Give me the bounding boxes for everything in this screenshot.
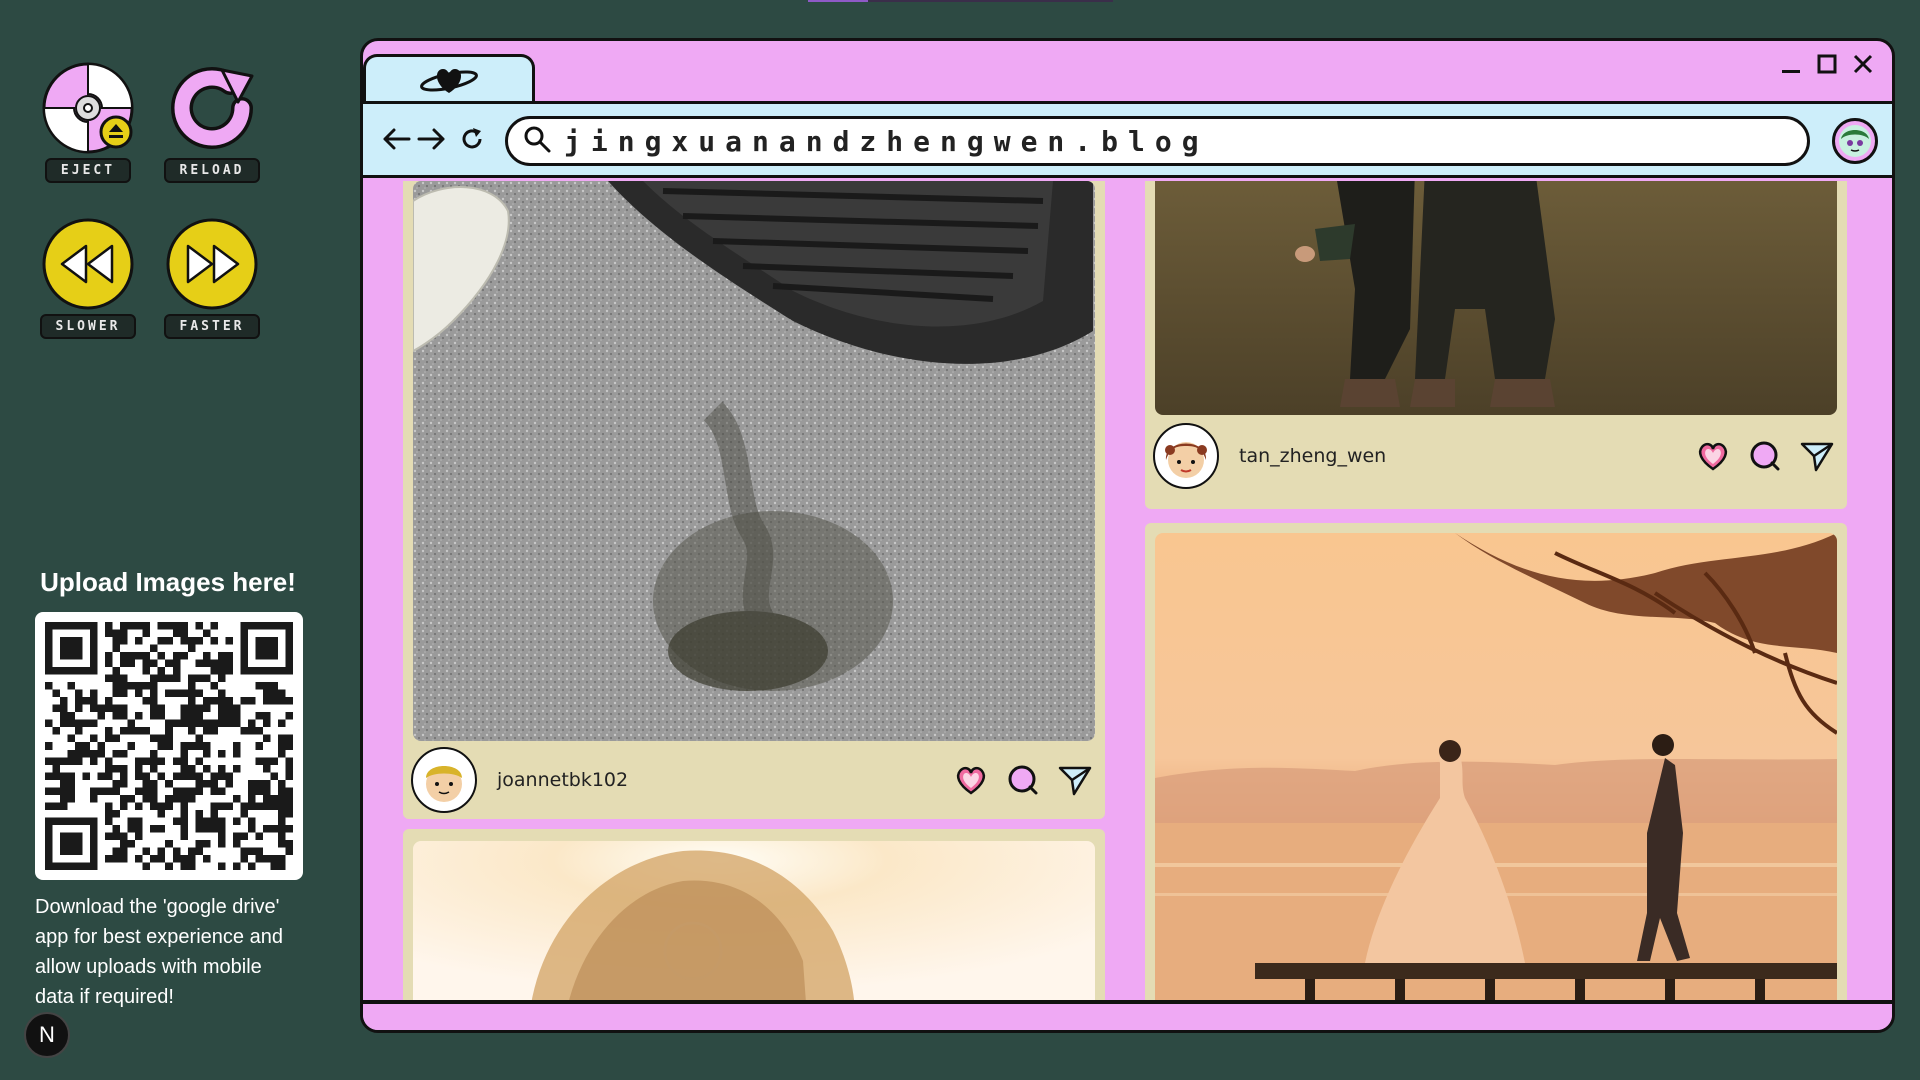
post-card: joannetbk102 (403, 181, 1105, 819)
minimize-icon[interactable] (1778, 51, 1804, 77)
slower-control[interactable]: SLOWER (38, 216, 138, 339)
heart-planet-icon (417, 59, 481, 103)
comment-icon[interactable] (1005, 762, 1041, 798)
address-bar[interactable]: jingxuanandzhengwen.blog (505, 116, 1810, 166)
qr-code[interactable] (35, 612, 303, 880)
close-icon[interactable] (1850, 51, 1876, 77)
upload-title: Upload Images here! (40, 567, 296, 597)
send-icon[interactable] (1057, 762, 1093, 798)
username[interactable]: joannetbk102 (497, 769, 628, 791)
feed: joannetbk102 tan_zheng_wen (363, 181, 1892, 1006)
faster-control[interactable]: FASTER (162, 216, 262, 339)
disc-icon (40, 60, 136, 156)
heart-icon[interactable] (953, 762, 989, 798)
back-arrow-icon[interactable] (379, 122, 413, 156)
username[interactable]: tan_zheng_wen (1239, 445, 1386, 467)
slower-label: SLOWER (39, 314, 137, 339)
post-card (1145, 523, 1847, 1006)
url-text: jingxuanandzhengwen.blog (564, 124, 1209, 158)
post-footer: joannetbk102 (403, 745, 1105, 815)
browser-toolbar: jingxuanandzhengwen.blog (363, 101, 1892, 178)
heart-icon[interactable] (1695, 438, 1731, 474)
avatar[interactable] (411, 747, 477, 813)
send-icon[interactable] (1799, 438, 1835, 474)
browser-window: jingxuanandzhengwen.blog joannetbk102 ta… (360, 38, 1895, 1033)
reload-control[interactable]: RELOAD (162, 60, 262, 183)
fast-forward-icon (164, 216, 260, 312)
forward-arrow-icon[interactable] (415, 122, 449, 156)
rewind-icon (40, 216, 136, 312)
comment-icon[interactable] (1747, 438, 1783, 474)
refresh-icon[interactable] (455, 122, 489, 156)
maximize-icon[interactable] (1814, 51, 1840, 77)
dev-badge[interactable]: N (24, 1012, 70, 1058)
faster-label: FASTER (163, 314, 261, 339)
eject-control[interactable]: EJECT (38, 60, 138, 183)
browser-tab[interactable] (363, 54, 535, 104)
profile-avatar[interactable] (1832, 118, 1878, 164)
search-icon (522, 124, 552, 158)
window-bottom-bar (363, 1000, 1892, 1030)
eject-label: EJECT (44, 158, 132, 183)
post-photo[interactable] (413, 181, 1095, 741)
reload-label: RELOAD (163, 158, 261, 183)
post-photo[interactable] (1155, 181, 1837, 415)
avatar[interactable] (1153, 423, 1219, 489)
post-card (403, 829, 1105, 1006)
top-progress-bar (808, 0, 1113, 2)
post-footer: tan_zheng_wen (1145, 421, 1847, 491)
post-photo[interactable] (1155, 533, 1837, 1006)
reload-icon (164, 60, 260, 156)
post-card: tan_zheng_wen (1145, 181, 1847, 509)
upload-note: Download the 'google drive' app for best… (35, 896, 283, 1008)
post-photo[interactable] (413, 841, 1095, 1006)
